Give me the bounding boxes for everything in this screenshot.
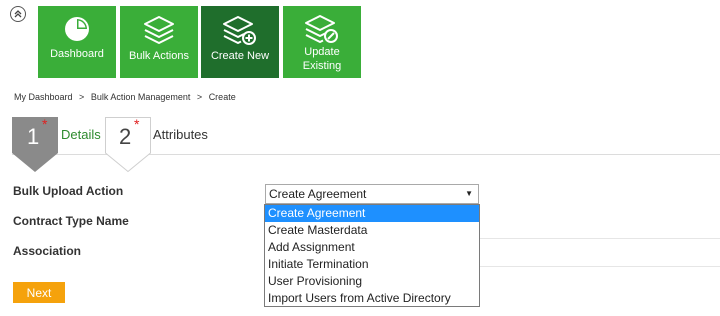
- option-add-assignment[interactable]: Add Assignment: [265, 239, 479, 256]
- breadcrumb-my-dashboard[interactable]: My Dashboard: [14, 92, 73, 102]
- bulk-upload-action-label: Bulk Upload Action: [13, 184, 124, 198]
- double-chevron-up-icon: [14, 10, 22, 18]
- update-existing-label: Update Existing: [302, 46, 342, 72]
- create-new-label: Create New: [210, 50, 270, 62]
- bulk-upload-action-options: Create Agreement Create Masterdata Add A…: [264, 204, 480, 307]
- layers-edit-icon: [305, 15, 338, 43]
- option-import-users-active-directory[interactable]: Import Users from Active Directory: [265, 290, 479, 307]
- breadcrumb: My Dashboard > Bulk Action Management > …: [14, 92, 236, 102]
- breadcrumb-bulk-action-management[interactable]: Bulk Action Management: [91, 92, 191, 102]
- breadcrumb-separator: >: [79, 92, 85, 102]
- association-label: Association: [13, 244, 82, 258]
- breadcrumb-separator: >: [196, 92, 203, 102]
- option-initiate-termination[interactable]: Initiate Termination: [265, 256, 479, 273]
- layers-plus-icon: [223, 16, 256, 45]
- option-user-provisioning[interactable]: User Provisioning: [265, 273, 479, 290]
- option-create-agreement[interactable]: Create Agreement: [265, 205, 479, 222]
- contract-type-name-label: Contract Type Name: [13, 214, 129, 228]
- step-1-required-mark: *: [42, 116, 48, 132]
- step-1-number: 1: [27, 124, 40, 149]
- step-2-required-mark: *: [134, 116, 140, 132]
- step-1-label[interactable]: Details: [61, 127, 101, 142]
- create-new-tile[interactable]: Create New: [201, 6, 279, 78]
- step-2-label[interactable]: Attributes: [153, 127, 208, 142]
- collapse-toolbar-button[interactable]: [10, 6, 26, 22]
- bulk-actions-tile[interactable]: Bulk Actions: [120, 6, 198, 78]
- dashboard-label: Dashboard: [50, 48, 104, 60]
- next-button[interactable]: Next: [13, 282, 65, 303]
- layers-icon: [144, 16, 174, 44]
- bulk-upload-action-select[interactable]: Create Agreement ▼: [265, 184, 479, 204]
- breadcrumb-create: Create: [208, 92, 236, 102]
- dashboard-tile[interactable]: Dashboard: [38, 6, 116, 78]
- step-2-number: 2: [119, 124, 132, 149]
- dropdown-arrow-icon: ▼: [465, 189, 473, 198]
- bulk-upload-action-value: Create Agreement: [269, 187, 367, 201]
- option-create-masterdata[interactable]: Create Masterdata: [265, 222, 479, 239]
- bulk-actions-label: Bulk Actions: [129, 50, 189, 62]
- update-existing-tile[interactable]: Update Existing: [283, 6, 361, 78]
- pie-chart-icon: [65, 17, 89, 41]
